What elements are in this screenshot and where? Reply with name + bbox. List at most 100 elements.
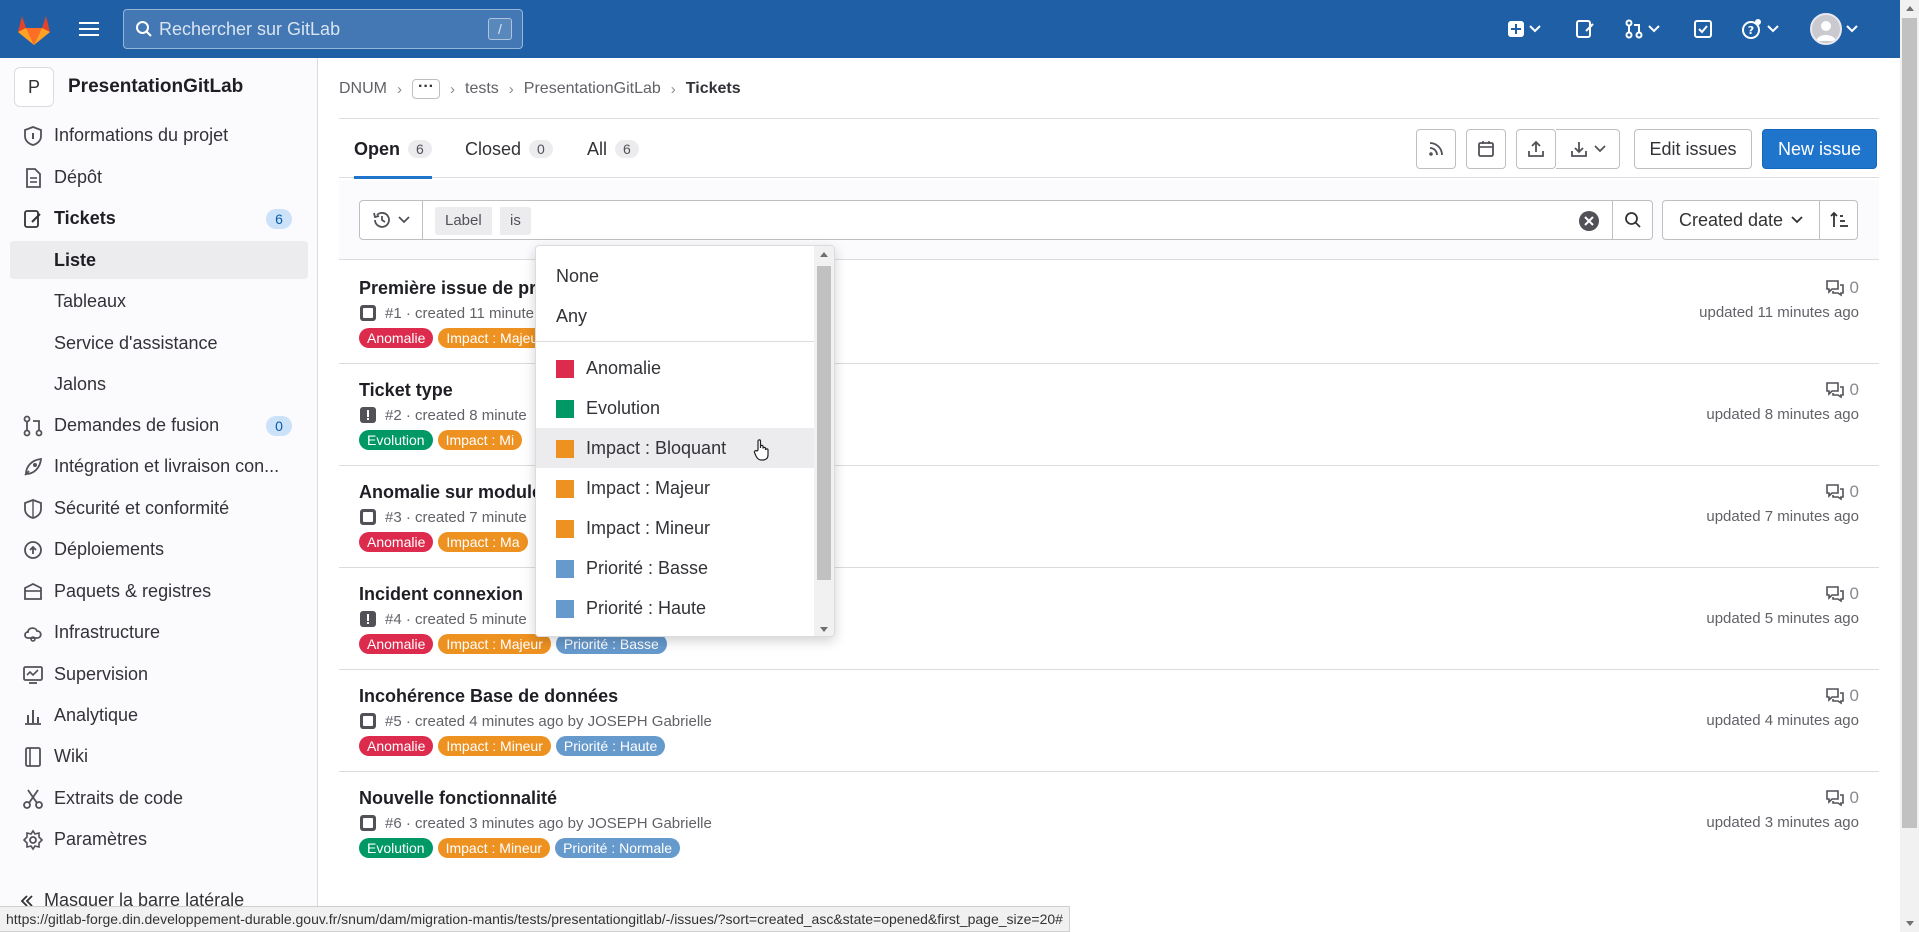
edit-issues-button[interactable]: Edit issues [1634,129,1752,169]
sidebar-item-security[interactable]: Sécurité et conformité [10,489,308,527]
issue-title-link[interactable]: Anomalie sur module [359,482,542,503]
rss-button[interactable] [1416,129,1456,169]
sidebar-item-monitor[interactable]: Supervision [10,655,308,693]
dropdown-option-label-item[interactable]: Impact : Majeur [536,468,816,508]
project-header[interactable]: P PresentationGitLab [14,67,243,107]
sidebar-item-boards[interactable]: Tableaux [10,282,308,320]
tab-closed[interactable]: Closed 0 [465,120,553,178]
import-button[interactable] [1516,129,1556,169]
filter-search-input[interactable]: Label is [423,200,1613,240]
tab-all[interactable]: All 6 [587,120,639,178]
sidebar-item-deployments[interactable]: Déploiements [10,530,308,568]
dropdown-option-any[interactable]: Any [536,296,816,336]
scroll-down-arrow-icon[interactable] [1905,920,1915,928]
sidebar-item-service-desk[interactable]: Service d'assistance [10,324,308,362]
sidebar-item-infrastructure[interactable]: Infrastructure [10,613,308,651]
sort-dropdown[interactable]: Created date [1662,200,1820,240]
page-scrollbar-thumb[interactable] [1902,18,1917,828]
label-badge[interactable]: Anomalie [359,634,434,654]
label-badge[interactable]: Impact : Mi [437,430,523,450]
label-badge[interactable]: Priorité : Haute [555,736,666,756]
clear-filter-icon[interactable] [1578,210,1600,232]
comments-count[interactable]: 0 [1825,584,1859,604]
gitlab-logo-icon[interactable] [16,12,52,46]
label-badge[interactable]: Impact : Majeur [438,634,551,654]
comments-count[interactable]: 0 [1825,482,1859,502]
scroll-up-arrow-icon[interactable] [819,250,829,258]
label-badge[interactable]: Anomalie [359,736,434,756]
issue-title-link[interactable]: Première issue de pre [359,278,546,299]
sidebar-item-issues[interactable]: Tickets 6 [10,199,308,237]
label-badge[interactable]: Impact : Mineur [437,838,551,858]
issues-shortcut-button[interactable] [1575,14,1595,44]
sidebar-item-merge-requests[interactable]: Demandes de fusion 0 [10,406,308,444]
label-badge[interactable]: Priorité : Basse [555,634,667,654]
sidebar-item-label: Tickets [54,207,116,228]
label-badge[interactable]: Anomalie [359,532,434,552]
sidebar-item-packages[interactable]: Paquets & registres [10,572,308,610]
comments-count[interactable]: 0 [1825,686,1859,706]
tab-open[interactable]: Open 6 [354,120,432,179]
sort-direction-button[interactable] [1820,200,1858,240]
label-badge[interactable]: Evolution [359,838,433,858]
global-search-input[interactable]: Rechercher sur GitLab / [123,9,523,49]
menu-icon[interactable] [76,17,102,41]
scroll-down-arrow-icon[interactable] [819,626,829,634]
sidebar-item-ci-cd[interactable]: Intégration et livraison con... [10,447,308,485]
breadcrumb-current[interactable]: Tickets [686,80,741,98]
help-button[interactable]: ? [1741,14,1779,44]
filter-token-operator[interactable]: is [500,207,531,235]
sidebar-item-snippets[interactable]: Extraits de code [10,779,308,817]
sidebar-item-wiki[interactable]: Wiki [10,737,308,775]
comments-icon [1825,279,1845,297]
label-badge[interactable]: Evolution [359,430,433,450]
export-button[interactable] [1556,129,1620,169]
sidebar-item-analytics[interactable]: Analytique [10,696,308,734]
issue-row[interactable]: Nouvelle fonctionnalité #6 · created 3 m… [339,772,1879,874]
breadcrumb-item-subgroup[interactable]: tests [465,80,499,98]
user-menu-button[interactable] [1810,13,1858,45]
filter-token-key[interactable]: Label [435,207,492,235]
filter-search-button[interactable] [1613,200,1653,240]
new-issue-button[interactable]: New issue [1762,129,1877,169]
dropdown-scrollbar[interactable] [814,246,834,636]
label-badge[interactable]: Impact : Ma [438,532,528,552]
dropdown-scrollbar-thumb[interactable] [817,266,831,580]
sidebar-item-settings[interactable]: Paramètres [10,820,308,858]
issue-title-link[interactable]: Nouvelle fonctionnalité [359,788,557,809]
dropdown-option-label-item[interactable]: Priorité : Haute [536,588,816,628]
dropdown-option-label-item[interactable]: Impact : Mineur [536,508,816,548]
package-icon [22,581,44,603]
comments-count[interactable]: 0 [1825,278,1859,298]
page-scrollbar[interactable] [1900,0,1919,932]
dropdown-option-none[interactable]: None [536,256,816,296]
recent-searches-button[interactable] [359,200,423,240]
issue-title-link[interactable]: Incohérence Base de données [359,686,618,707]
dropdown-option-label-item[interactable]: Anomalie [536,348,816,388]
create-new-button[interactable] [1507,14,1541,44]
dropdown-option-label-item[interactable]: Priorité : Basse [536,548,816,588]
scroll-up-arrow-icon[interactable] [1905,4,1915,12]
book-icon [22,746,44,768]
sidebar-item-repository[interactable]: Dépôt [10,158,308,196]
merge-requests-button[interactable] [1624,14,1660,44]
calendar-button[interactable] [1466,129,1506,169]
breadcrumb-item-group[interactable]: DNUM [339,80,387,98]
dropdown-option-label-item[interactable]: Impact : Bloquant [536,428,816,468]
issue-title-link[interactable]: Ticket type [359,380,453,401]
sidebar-item-milestones[interactable]: Jalons [10,365,308,403]
label-badge[interactable]: Anomalie [359,328,434,348]
issue-row[interactable]: Incohérence Base de données #5 · created… [339,670,1879,772]
breadcrumb-item-project[interactable]: PresentationGitLab [524,80,661,98]
comments-count[interactable]: 0 [1825,788,1859,808]
label-badge[interactable]: Impact : Mineur [438,736,551,756]
sidebar-item-project-info[interactable]: Informations du projet [10,116,308,154]
issue-title-link[interactable]: Incident connexion [359,584,523,605]
dropdown-option-label-item[interactable]: Evolution [536,388,816,428]
todo-button[interactable] [1693,14,1713,44]
sidebar-item-list[interactable]: Liste [10,241,308,279]
breadcrumb-more-button[interactable]: ··· [412,79,440,99]
label-badge[interactable]: Priorité : Normale [555,838,680,858]
label-badge[interactable]: Impact : Majeur [438,328,551,348]
comments-count[interactable]: 0 [1825,380,1859,400]
